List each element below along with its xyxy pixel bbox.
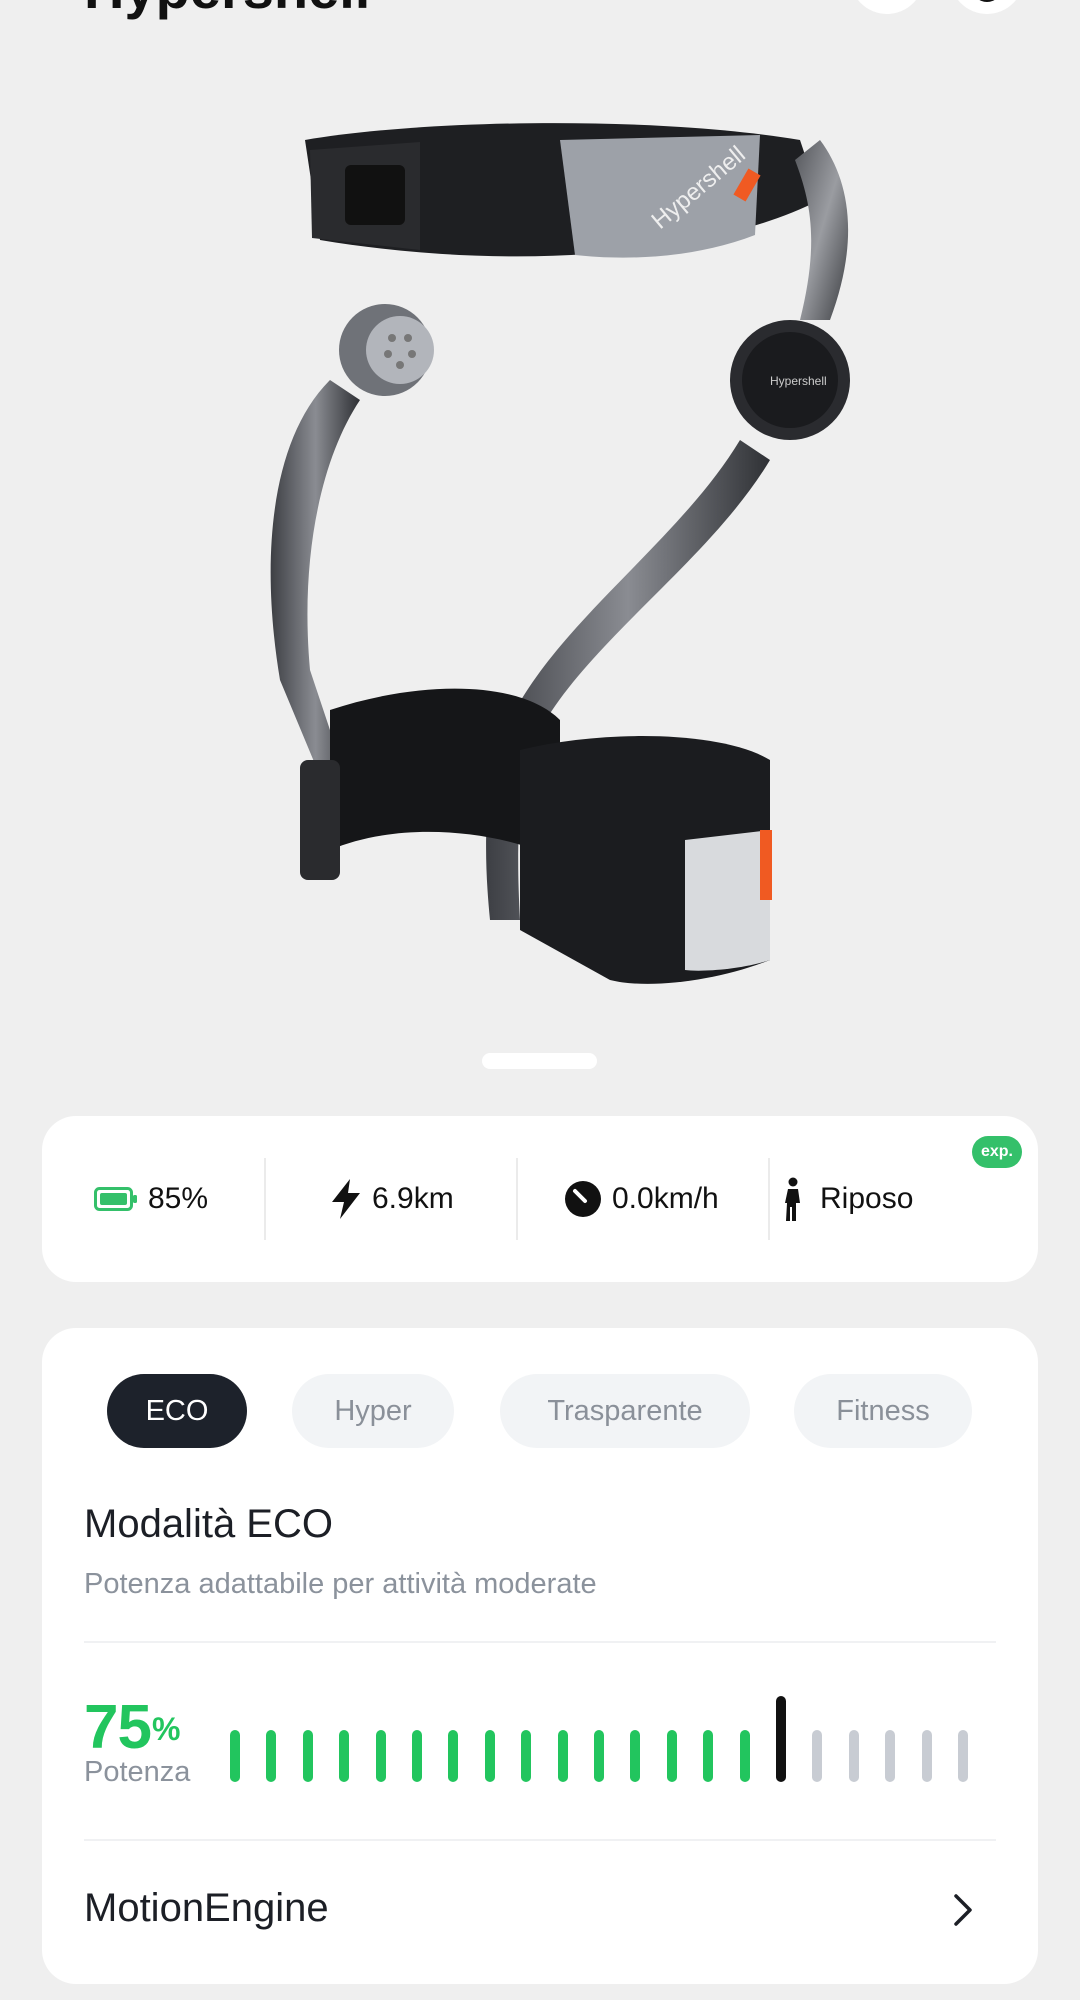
activity-stat: Riposo: [782, 1116, 913, 1282]
power-bar-active: [557, 1730, 568, 1782]
speed-value: 0.0km/h: [612, 1182, 719, 1215]
exp-badge: exp.: [972, 1136, 1022, 1168]
power-bar-active: [521, 1730, 532, 1782]
range-value: 6.9km: [372, 1182, 454, 1215]
power-bar-active: [630, 1730, 641, 1782]
activity-value: Riposo: [820, 1182, 914, 1215]
power-bar-active: [484, 1730, 495, 1782]
power-bar-active: [266, 1730, 277, 1782]
app-title: Hypershell: [84, 0, 370, 21]
power-bar-active: [739, 1730, 750, 1782]
stat-divider: [264, 1158, 266, 1240]
section-divider: [84, 1839, 996, 1841]
tab-trasparente[interactable]: Trasparente: [500, 1374, 750, 1448]
power-bar-active: [230, 1730, 240, 1782]
stat-divider: [768, 1158, 770, 1240]
power-bar-inactive: [812, 1730, 823, 1782]
speed-stat: 0.0km/h: [564, 1116, 719, 1282]
lightning-icon: [330, 1179, 362, 1219]
power-bar-active: [594, 1730, 604, 1782]
header-button-right[interactable]: [950, 0, 1024, 14]
battery-value: 85%: [148, 1182, 209, 1215]
tab-eco[interactable]: ECO: [107, 1374, 247, 1448]
header-button-left[interactable]: [850, 0, 924, 14]
settings-icon: [972, 0, 1002, 2]
power-bar-active: [302, 1730, 313, 1782]
power-bar-active: [703, 1730, 714, 1782]
motionengine-label[interactable]: MotionEngine: [84, 1886, 329, 1931]
power-bar-active: [375, 1730, 386, 1782]
power-bar-active: [412, 1730, 422, 1782]
tab-hyper[interactable]: Hyper: [292, 1374, 454, 1448]
status-card: exp. 85% 6.9km 0.0km/h Riposo: [42, 1116, 1038, 1282]
range-stat: 6.9km: [330, 1116, 454, 1282]
mode-subtitle: Potenza adattabile per attività moderate: [84, 1568, 597, 1600]
power-bar-active: [448, 1730, 459, 1782]
power-bar-inactive: [848, 1730, 859, 1782]
mode-card: ECO Hyper Trasparente Fitness Modalità E…: [42, 1328, 1038, 1984]
power-bar-active: [666, 1730, 677, 1782]
speedometer-icon: [564, 1180, 602, 1218]
person-standing-icon: [782, 1177, 804, 1221]
power-label: Potenza: [84, 1756, 191, 1788]
product-image: Hypershell Hypershell: [270, 123, 850, 984]
battery-icon: [94, 1187, 138, 1211]
power-bar-inactive: [885, 1730, 896, 1782]
svg-text:Hypershell: Hypershell: [770, 374, 827, 388]
power-unit: %: [152, 1711, 181, 1747]
carousel-indicator[interactable]: [482, 1053, 597, 1069]
tab-fitness[interactable]: Fitness: [794, 1374, 972, 1448]
stat-divider: [516, 1158, 518, 1240]
power-bar-inactive: [958, 1730, 968, 1782]
power-value: 75: [84, 1693, 152, 1762]
section-divider: [84, 1641, 996, 1643]
battery-stat: 85%: [94, 1116, 208, 1282]
chevron-right-icon[interactable]: [952, 1892, 974, 1933]
power-bar-active: [339, 1730, 350, 1782]
power-bar-inactive: [921, 1730, 932, 1782]
mode-title: Modalità ECO: [84, 1502, 333, 1546]
power-level-marker: [776, 1696, 786, 1782]
